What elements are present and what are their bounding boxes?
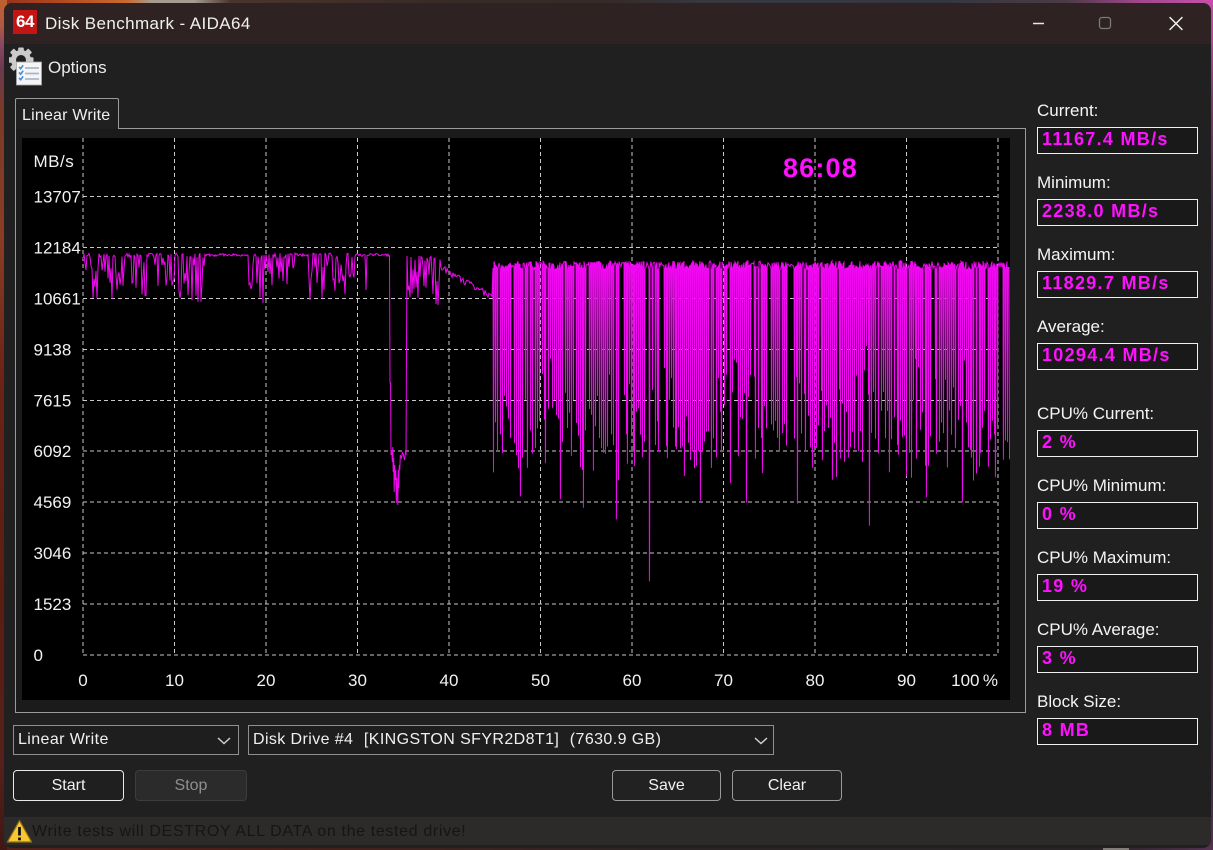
svg-text:50: 50 bbox=[531, 671, 550, 690]
svg-text:10: 10 bbox=[165, 671, 184, 690]
svg-text:1523: 1523 bbox=[34, 595, 72, 614]
svg-text:10661: 10661 bbox=[34, 290, 81, 309]
svg-text:60: 60 bbox=[623, 671, 642, 690]
svg-text:86:08: 86:08 bbox=[783, 153, 858, 183]
svg-text:100 %: 100 % bbox=[951, 671, 998, 690]
svg-text:20: 20 bbox=[257, 671, 276, 690]
svg-text:90: 90 bbox=[897, 671, 916, 690]
svg-text:80: 80 bbox=[806, 671, 825, 690]
svg-text:9138: 9138 bbox=[34, 340, 72, 359]
svg-text:7615: 7615 bbox=[34, 391, 72, 410]
svg-text:3046: 3046 bbox=[34, 544, 72, 563]
svg-text:4569: 4569 bbox=[34, 493, 72, 512]
svg-text:12184: 12184 bbox=[34, 239, 81, 258]
svg-text:13707: 13707 bbox=[34, 188, 81, 207]
svg-text:MB/s: MB/s bbox=[34, 152, 75, 171]
svg-text:40: 40 bbox=[440, 671, 459, 690]
svg-text:6092: 6092 bbox=[34, 442, 72, 461]
svg-text:30: 30 bbox=[348, 671, 367, 690]
svg-text:0: 0 bbox=[78, 671, 87, 690]
svg-text:0: 0 bbox=[34, 646, 43, 665]
svg-text:70: 70 bbox=[714, 671, 733, 690]
